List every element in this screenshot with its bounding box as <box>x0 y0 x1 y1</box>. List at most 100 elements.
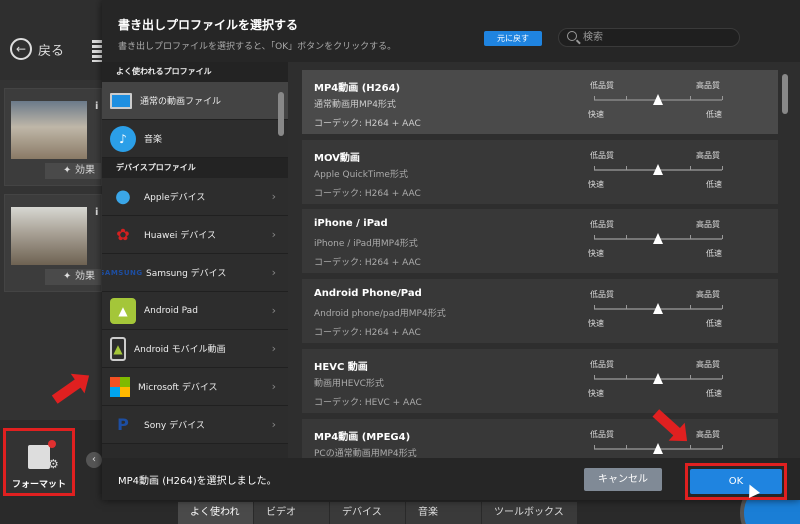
chevron-right-icon: › <box>271 418 276 431</box>
profile-card-hevc[interactable]: HEVC 動画 動画用HEVC形式 コーデック: HEVC + AAC 低品質 … <box>302 349 778 413</box>
quality-high-label: 高品質 <box>696 151 720 160</box>
slider-tick <box>626 235 627 239</box>
category-sony[interactable]: P Sony デバイス › <box>102 406 288 444</box>
quality-slider[interactable] <box>594 373 723 384</box>
quality-slider[interactable] <box>594 94 723 105</box>
slider-knob[interactable] <box>653 164 663 175</box>
quality-slider[interactable] <box>594 443 723 454</box>
gear-icon: ⚙ <box>48 457 59 471</box>
dialog-header: 書き出しプロファイルを選択する 書き出しプロファイルを選択すると、「OK」ボタン… <box>102 0 800 62</box>
android-phone-icon: ▲ <box>110 336 126 361</box>
profile-scrollbar[interactable] <box>782 74 788 114</box>
music-icon: ♪ <box>110 125 136 152</box>
dialog-subtitle: 書き出しプロファイルを選択すると、「OK」ボタンをクリックする。 <box>118 42 397 52</box>
category-huawei[interactable]: ✿ Huawei デバイス › <box>102 216 288 254</box>
category-label: Android Pad <box>144 305 198 316</box>
ok-button[interactable]: OK <box>690 469 782 494</box>
category-label: 通常の動画ファイル <box>140 97 222 107</box>
profile-description: Android phone/pad用MP4形式 <box>314 309 446 319</box>
slider-tick <box>594 166 595 170</box>
profile-codec: コーデック: H264 + AAC <box>314 258 421 268</box>
speed-fast-label: 快速 <box>588 319 604 328</box>
quality-high-label: 高品質 <box>696 360 720 369</box>
bottom-tab-bar: よく使われる ビデオ デバイス 音楽 ツールボックス <box>178 502 578 524</box>
profile-card-android[interactable]: Android Phone/Pad Android phone/pad用MP4形… <box>302 279 778 343</box>
effect-button[interactable]: ✦ 効果 <box>45 269 101 285</box>
profile-codec: コーデック: HEVC + AAC <box>314 398 422 408</box>
slider-tick <box>594 445 595 449</box>
quality-slider[interactable] <box>594 233 723 244</box>
profile-list: MP4動画 (H264) 通常動画用MP4形式 コーデック: H264 + AA… <box>298 70 790 458</box>
category-apple[interactable]: ● Appleデバイス › <box>102 178 288 216</box>
category-android-pad[interactable]: ▲ Android Pad › <box>102 292 288 330</box>
playstation-icon: P <box>117 415 129 434</box>
category-regular-video[interactable]: 通常の動画ファイル <box>102 82 288 120</box>
effect-button[interactable]: ✦ 効果 <box>45 163 101 179</box>
profile-card-iphone-ipad[interactable]: iPhone / iPad iPhone / iPad用MP4形式 コーデック:… <box>302 209 778 273</box>
category-android-mobile[interactable]: ▲ Android モバイル動画 › <box>102 330 288 368</box>
info-icon[interactable]: i <box>95 101 98 112</box>
category-label: Android モバイル動画 <box>134 345 226 355</box>
document-icon <box>28 440 56 469</box>
tab-video[interactable]: ビデオ <box>254 502 330 524</box>
profile-codec: コーデック: H264 + AAC <box>314 119 421 129</box>
category-label: Huawei デバイス <box>144 231 216 241</box>
dialog-footer: MP4動画 (H264)を選択しました。 キャンセル OK <box>102 458 800 500</box>
profile-card-mp4-mpeg4[interactable]: MP4動画 (MPEG4) PCの通常動画用MP4形式 低品質 高品質 <box>302 419 778 458</box>
quality-low-label: 低品質 <box>590 290 614 299</box>
chevron-right-icon: › <box>271 304 276 317</box>
slider-tick <box>690 235 691 239</box>
quality-slider[interactable] <box>594 303 723 314</box>
collapse-left-button[interactable]: ‹ <box>86 452 102 468</box>
monitor-icon <box>110 92 132 109</box>
speed-fast-label: 快速 <box>588 389 604 398</box>
reset-button[interactable]: 元に戻す <box>484 31 542 46</box>
search-icon <box>567 31 577 41</box>
cancel-button[interactable]: キャンセル <box>584 468 662 491</box>
slider-tick <box>626 96 627 100</box>
magic-wand-icon: ✦ <box>63 271 72 282</box>
selection-status: MP4動画 (H264)を選択しました。 <box>118 476 277 487</box>
quality-low-label: 低品質 <box>590 430 614 439</box>
profile-card-mov[interactable]: MOV動画 Apple QuickTime形式 コーデック: H264 + AA… <box>302 140 778 204</box>
profile-description: 通常動画用MP4形式 <box>314 100 396 110</box>
search-box[interactable] <box>558 28 740 47</box>
category-samsung[interactable]: SAMSUNG Samsung デバイス › <box>102 254 288 292</box>
slider-knob[interactable] <box>653 443 663 454</box>
speed-slow-label: 低速 <box>706 249 722 258</box>
back-button[interactable]: ← 戻る <box>10 38 64 60</box>
profile-name: MOV動画 <box>314 153 360 164</box>
clip-item[interactable]: i ✦ 効果 <box>4 194 102 292</box>
tab-music[interactable]: 音楽 <box>406 502 482 524</box>
profile-name: MP4動画 (MPEG4) <box>314 432 411 443</box>
speed-fast-label: 快速 <box>588 110 604 119</box>
slider-knob[interactable] <box>653 233 663 244</box>
quality-low-label: 低品質 <box>590 151 614 160</box>
info-icon[interactable]: i <box>95 207 98 218</box>
slider-tick <box>722 445 723 449</box>
category-panel: よく使われるプロファイル 通常の動画ファイル ♪ 音楽 デバイスプロファイル ●… <box>102 62 288 458</box>
category-scrollbar[interactable] <box>278 92 284 136</box>
search-input[interactable] <box>583 30 733 45</box>
slider-tick <box>594 235 595 239</box>
tab-toolbox[interactable]: ツールボックス <box>482 502 578 524</box>
category-microsoft[interactable]: Microsoft デバイス › <box>102 368 288 406</box>
slider-knob[interactable] <box>653 373 663 384</box>
slider-knob[interactable] <box>653 303 663 314</box>
tab-common[interactable]: よく使われる <box>178 502 254 524</box>
profile-card-mp4-h264[interactable]: MP4動画 (H264) 通常動画用MP4形式 コーデック: H264 + AA… <box>302 70 778 134</box>
format-button[interactable]: ⚙ フォーマット <box>3 428 75 496</box>
category-music[interactable]: ♪ 音楽 <box>102 120 288 158</box>
effect-label: 効果 <box>75 271 95 282</box>
speed-slow-label: 低速 <box>706 389 722 398</box>
slider-knob[interactable] <box>653 94 663 105</box>
chevron-right-icon: › <box>271 190 276 203</box>
profile-description: iPhone / iPad用MP4形式 <box>314 239 418 249</box>
quality-slider[interactable] <box>594 164 723 175</box>
tab-device[interactable]: デバイス <box>330 502 406 524</box>
back-arrow-icon: ← <box>10 38 32 60</box>
slider-tick <box>690 305 691 309</box>
quality-high-label: 高品質 <box>696 290 720 299</box>
speed-fast-label: 快速 <box>588 180 604 189</box>
clip-item[interactable]: i ✦ 効果 <box>4 88 102 186</box>
